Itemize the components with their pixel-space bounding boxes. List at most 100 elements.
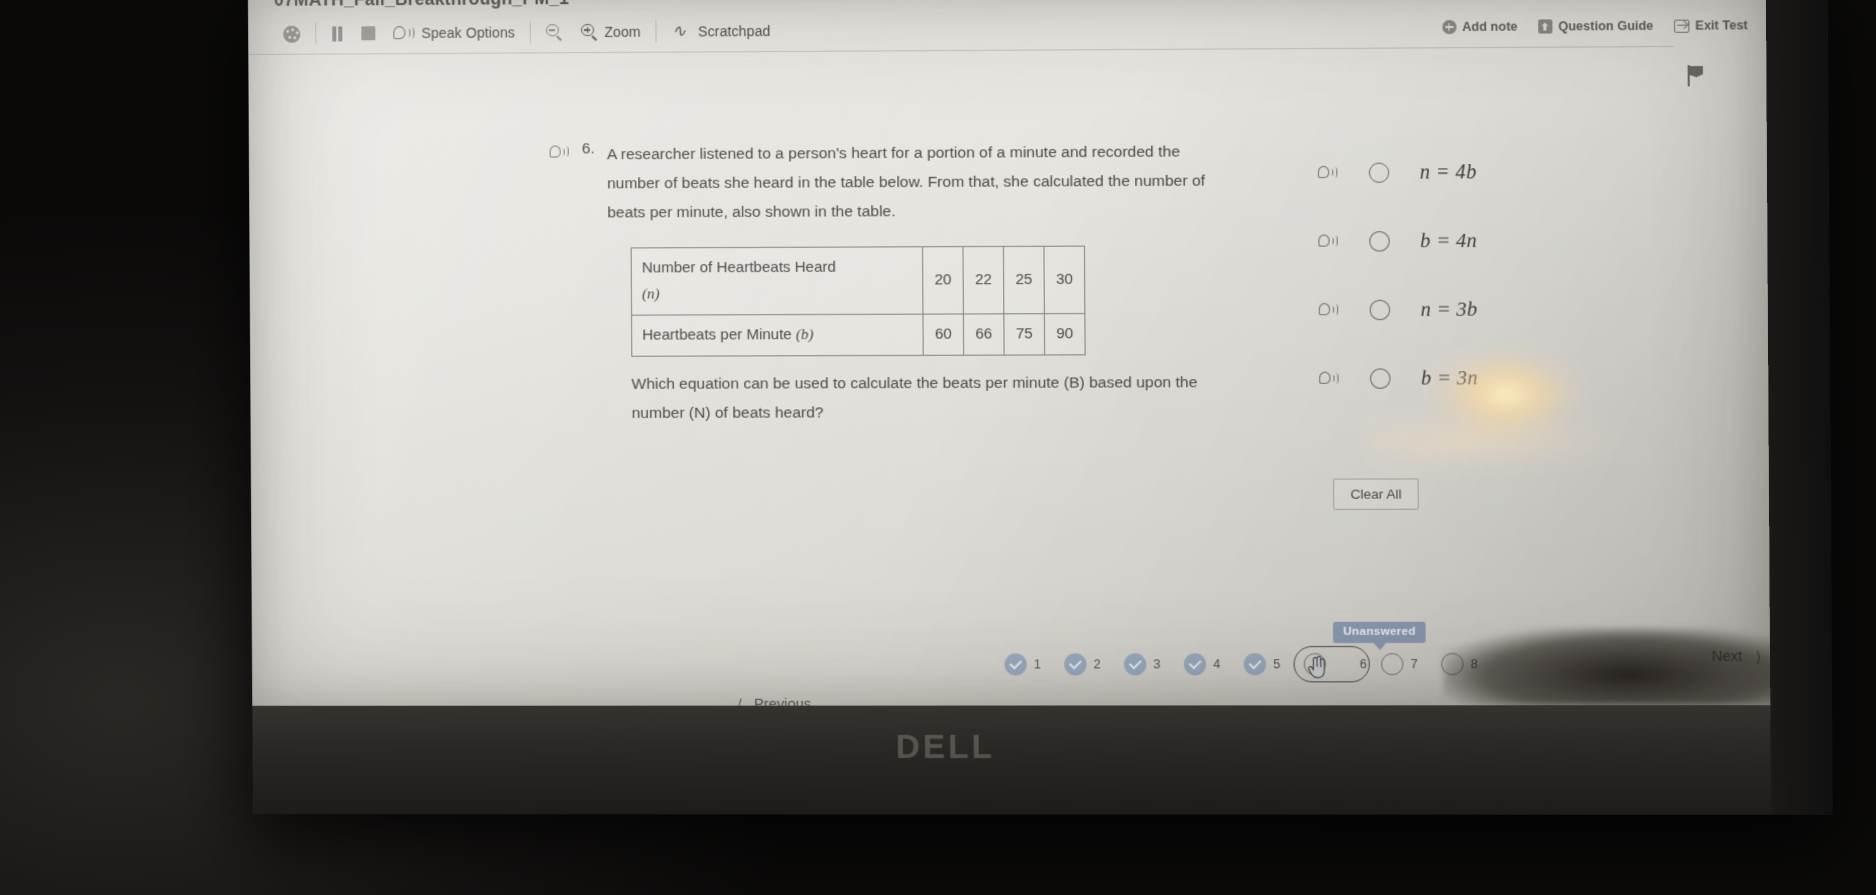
read-option-a-aloud-icon[interactable]	[1317, 165, 1338, 180]
exit-test-label: Exit Test	[1695, 18, 1748, 33]
add-note-button[interactable]: Add note	[1434, 20, 1526, 35]
cell-r1-c1: 66	[963, 313, 1005, 356]
heartbeats-data-table: Number of Heartbeats Heard (n) 20 22 25 …	[630, 245, 1086, 357]
question-nav-label-5: 5	[1273, 657, 1281, 672]
current-question-outline	[1293, 646, 1370, 683]
plus-circle-icon	[1441, 19, 1457, 35]
question-guide-button[interactable]: Question Guide	[1530, 19, 1662, 34]
cell-r0-c3: 30	[1043, 246, 1085, 314]
pause-speech-button[interactable]	[322, 20, 352, 46]
cell-r1-c2: 75	[1003, 313, 1045, 356]
question-nav-item-3[interactable]: 3	[1123, 653, 1184, 676]
question-nav-item-4[interactable]: 4	[1183, 653, 1244, 676]
clear-all-button[interactable]: Clear All	[1333, 478, 1420, 510]
radio-option-c[interactable]	[1369, 299, 1391, 321]
read-option-d-aloud-icon[interactable]	[1319, 371, 1339, 386]
answer-option-a[interactable]: n = 4b	[1317, 137, 1747, 208]
row-0-label-main: Number of Heartbeats Heard	[641, 258, 836, 277]
table-row: Number of Heartbeats Heard (n) 20 22 25 …	[631, 246, 1085, 316]
question-nav-label-3: 3	[1153, 657, 1161, 672]
radio-option-b[interactable]	[1369, 231, 1390, 252]
question-navigator: 1 2 3 4 5 6 7	[1004, 646, 1501, 683]
answer-option-b[interactable]: b = 4n	[1318, 205, 1747, 275]
answer-option-c[interactable]: n = 3b	[1318, 274, 1748, 344]
speak-options-button[interactable]: Speak Options	[384, 19, 524, 46]
cell-r0-c0: 20	[922, 246, 964, 315]
pause-icon	[331, 26, 343, 41]
question-body: 6. A researcher listened to a person's h…	[549, 137, 1218, 428]
cell-r0-c2: 25	[1003, 246, 1045, 314]
stop-icon	[361, 26, 376, 41]
row-1-label-main: Heartbeats per Minute	[642, 326, 797, 344]
answered-check-icon	[1123, 653, 1147, 676]
question-guide-label: Question Guide	[1558, 18, 1654, 34]
scratchpad-label: Scratchpad	[698, 22, 771, 40]
test-title: 07MATH_Fall_Breakthrough_PM_1	[274, 0, 569, 11]
zoom-in-icon	[581, 23, 598, 41]
dell-logo: DELL	[895, 727, 996, 766]
answered-check-icon	[1183, 653, 1207, 676]
photo-of-laptop-screen: 07MATH_Fall_Breakthrough_PM_1 Michelle V…	[0, 0, 1876, 895]
radio-option-a[interactable]	[1368, 162, 1390, 183]
scratchpad-button[interactable]: ∿ Scratchpad	[663, 18, 780, 45]
screen-right-edge-shadow	[1765, 0, 1833, 815]
read-question-aloud-icon[interactable]	[549, 144, 570, 159]
question-nav-label-1: 1	[1033, 657, 1041, 672]
speak-options-label: Speak Options	[421, 24, 515, 42]
table-row: Heartbeats per Minute (b) 60 66 75 90	[631, 313, 1086, 357]
answer-options-list: n = 4b b = 4n n = 3b b = 3n	[1317, 137, 1748, 413]
question-nav-item-6[interactable]: 6	[1293, 646, 1381, 683]
toolbar-divider	[315, 22, 317, 45]
cell-r1-c0: 60	[922, 313, 964, 356]
unanswered-tooltip: Unanswered	[1332, 621, 1427, 644]
test-application-page: 07MATH_Fall_Breakthrough_PM_1 Michelle V…	[248, 0, 1770, 706]
cell-r1-c3: 90	[1044, 313, 1086, 355]
question-nav-item-7[interactable]: 7	[1380, 653, 1441, 676]
row-1-label-var: (b)	[795, 327, 814, 344]
question-nav-label-4: 4	[1213, 657, 1221, 672]
palette-icon	[283, 25, 301, 43]
toolbar-divider-2	[529, 21, 532, 44]
previous-label: Previous	[754, 696, 812, 707]
question-stem: A researcher listened to a person's hear…	[606, 143, 1206, 222]
cell-r0-c1: 22	[962, 246, 1004, 314]
exit-test-button[interactable]: Exit Test	[1666, 18, 1756, 33]
laptop-lid-chin: DELL	[252, 705, 1772, 815]
row-label-heartbeats-heard: Number of Heartbeats Heard (n)	[631, 246, 923, 316]
speak-icon	[393, 25, 415, 41]
radio-option-d[interactable]	[1370, 368, 1391, 389]
option-c-text: n = 3b	[1420, 298, 1478, 321]
answered-check-icon	[1243, 653, 1267, 676]
question-nav-label-2: 2	[1093, 657, 1101, 672]
screen-corner-shadow	[1442, 628, 1781, 706]
question-number: 6.	[581, 140, 595, 158]
unanswered-circle-icon	[1380, 653, 1404, 676]
question-nav-item-1[interactable]: 1	[1004, 653, 1064, 676]
option-d-text: b = 3n	[1420, 366, 1479, 390]
add-note-label: Add note	[1462, 19, 1518, 35]
answered-check-icon	[1004, 653, 1027, 676]
flag-question-button[interactable]	[1686, 64, 1711, 90]
question-prompt: Which equation can be used to calculate …	[631, 374, 1198, 422]
toolbar-divider-3	[655, 20, 657, 43]
theme-palette-button[interactable]	[274, 21, 309, 47]
laptop-screen: 07MATH_Fall_Breakthrough_PM_1 Michelle V…	[248, 0, 1771, 707]
answered-check-icon	[1064, 653, 1087, 676]
read-option-b-aloud-icon[interactable]	[1318, 234, 1338, 249]
read-option-c-aloud-icon[interactable]	[1318, 303, 1339, 318]
exit-icon	[1673, 19, 1690, 33]
zoom-in-button[interactable]: Zoom	[572, 19, 650, 46]
zoom-out-icon	[545, 23, 563, 41]
hand-cursor-icon	[1307, 655, 1326, 679]
previous-question-button[interactable]: ⟨ Previous	[737, 696, 811, 706]
row-0-label-var: (n)	[641, 286, 660, 303]
question-nav-item-2[interactable]: 2	[1064, 653, 1124, 676]
laptop-bezel: 07MATH_Fall_Breakthrough_PM_1 Michelle V…	[248, 0, 1833, 815]
zoom-out-button[interactable]	[537, 19, 572, 45]
toolbar-right-actions: Add note Question Guide Exit Test	[1434, 7, 1756, 45]
stop-speech-button[interactable]	[352, 20, 384, 46]
row-label-heartbeats-per-minute: Heartbeats per Minute (b)	[631, 314, 924, 357]
chevron-left-icon: ⟨	[737, 696, 744, 707]
zoom-label: Zoom	[604, 23, 641, 40]
answer-option-d[interactable]: b = 3n	[1319, 343, 1748, 413]
